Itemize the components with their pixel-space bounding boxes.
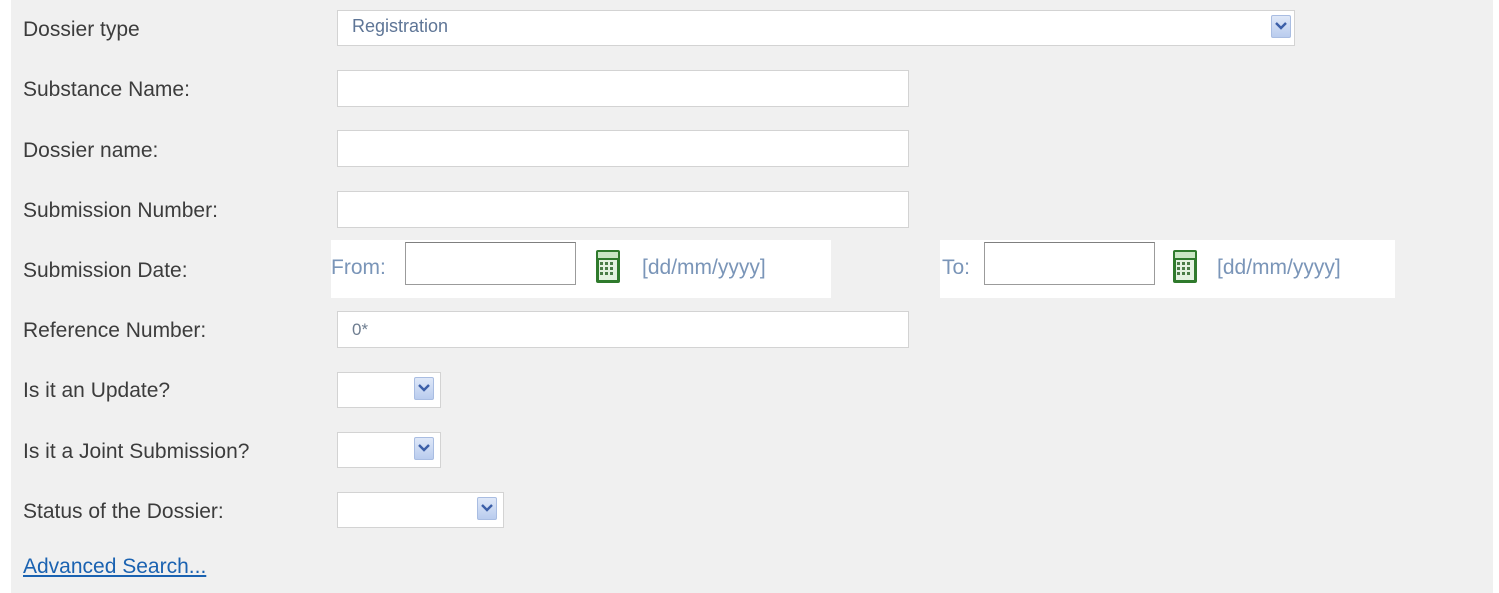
chevron-down-icon[interactable] bbox=[1271, 15, 1291, 38]
date-to-label: To: bbox=[942, 256, 971, 279]
dossier-name-input[interactable] bbox=[337, 130, 909, 167]
substance-name-input[interactable] bbox=[337, 70, 909, 107]
right-edge bbox=[1493, 0, 1499, 593]
is-joint-select[interactable] bbox=[337, 432, 441, 468]
is-update-select[interactable] bbox=[337, 372, 441, 408]
chevron-down-icon[interactable] bbox=[414, 437, 434, 460]
chevron-down-icon[interactable] bbox=[414, 377, 434, 400]
calendar-icon[interactable] bbox=[1172, 248, 1198, 284]
submission-number-input[interactable] bbox=[337, 191, 909, 228]
date-from-group: From: [dd/mm/yyyy] bbox=[331, 240, 831, 298]
is-update-label: Is it an Update? bbox=[23, 379, 171, 402]
dossier-type-label: Dossier type bbox=[23, 18, 140, 41]
reference-number-input[interactable] bbox=[337, 311, 909, 348]
dossier-type-select[interactable]: Registration bbox=[337, 10, 1295, 46]
date-from-format: [dd/mm/yyyy] bbox=[642, 256, 766, 279]
substance-name-label: Substance Name: bbox=[23, 78, 190, 101]
date-to-format: [dd/mm/yyyy] bbox=[1217, 256, 1341, 279]
is-joint-label: Is it a Joint Submission? bbox=[23, 440, 250, 463]
status-label: Status of the Dossier: bbox=[23, 500, 224, 523]
date-from-label: From: bbox=[331, 256, 386, 279]
status-select[interactable] bbox=[337, 492, 504, 528]
left-edge bbox=[0, 0, 11, 593]
chevron-down-icon[interactable] bbox=[477, 497, 497, 520]
date-to-input[interactable] bbox=[984, 242, 1155, 285]
calendar-icon[interactable] bbox=[595, 248, 621, 284]
date-from-input[interactable] bbox=[405, 242, 576, 285]
dossier-type-value: Registration bbox=[352, 16, 449, 36]
advanced-search-link[interactable]: Advanced Search... bbox=[23, 555, 206, 579]
reference-number-label: Reference Number: bbox=[23, 319, 207, 342]
submission-date-label: Submission Date: bbox=[23, 259, 188, 282]
date-to-group: To: [dd/mm/yyyy] bbox=[940, 240, 1395, 298]
dossier-name-label: Dossier name: bbox=[23, 139, 159, 162]
submission-number-label: Submission Number: bbox=[23, 199, 218, 222]
